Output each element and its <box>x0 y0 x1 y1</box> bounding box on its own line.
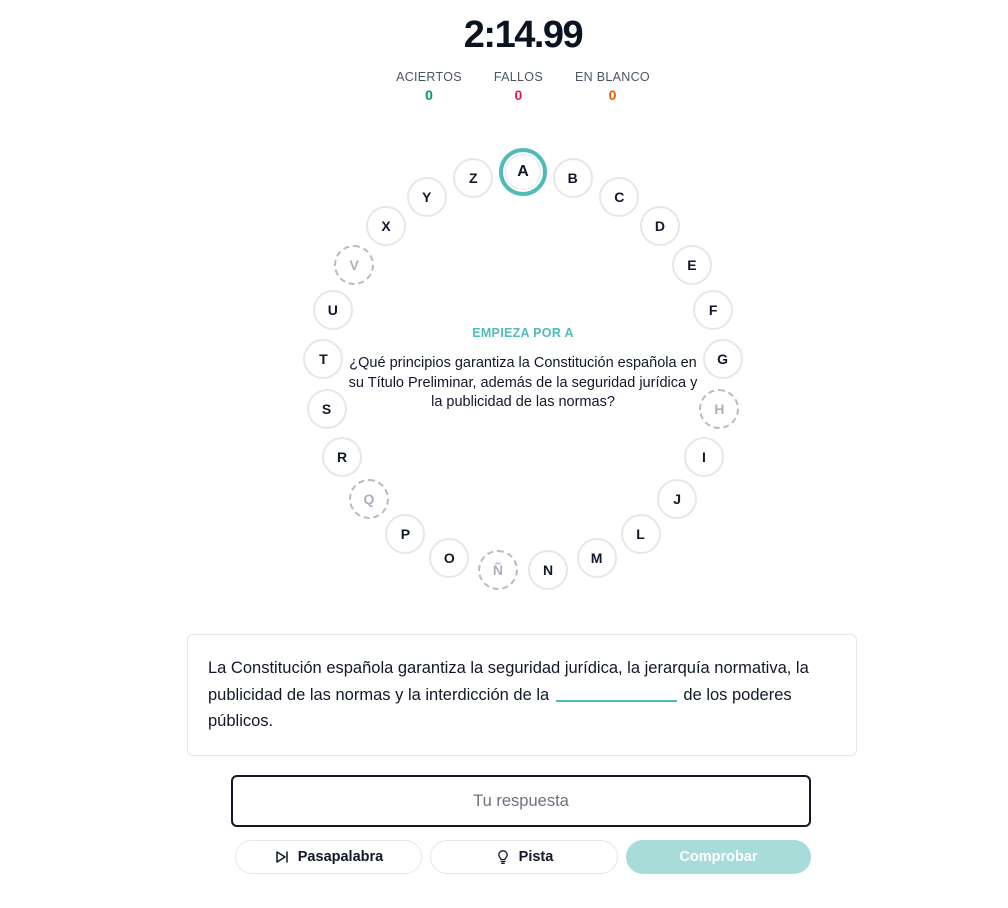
letter-c[interactable]: C <box>599 176 640 217</box>
letter-t[interactable]: T <box>303 339 344 380</box>
stat-value: 0 <box>425 87 433 103</box>
letter-z[interactable]: Z <box>453 158 494 199</box>
pista-label: Pista <box>518 849 554 865</box>
pista-button[interactable]: Pista <box>430 840 618 874</box>
letter-j[interactable]: J <box>657 479 698 520</box>
letter-m[interactable]: M <box>576 537 617 578</box>
letter-b[interactable]: B <box>552 158 593 199</box>
letter-g[interactable]: G <box>702 339 743 380</box>
letter-y[interactable]: Y <box>406 176 447 217</box>
skip-forward-icon <box>274 849 290 865</box>
letter-l[interactable]: L <box>620 513 661 554</box>
definition-card: La Constitución española garantiza la se… <box>187 634 857 756</box>
letter-o[interactable]: O <box>429 537 470 578</box>
answer-input[interactable]: Tu respuesta <box>231 775 811 827</box>
stat-value: 0 <box>608 87 617 103</box>
pasapalabra-label: Pasapalabra <box>297 849 384 865</box>
question-area: EMPIEZA POR A ¿Qué principios garantiza … <box>348 326 698 413</box>
stat-value: 0 <box>514 87 523 103</box>
stat-en-blanco: EN BLANCO 0 <box>575 70 650 103</box>
letter-ñ[interactable]: Ñ <box>477 550 518 591</box>
letter-h[interactable]: H <box>699 389 740 430</box>
question-text: ¿Qué principios garantiza la Constitució… <box>348 355 698 410</box>
letter-v[interactable]: V <box>334 244 375 285</box>
letter-u[interactable]: U <box>312 290 353 331</box>
letter-f[interactable]: F <box>693 290 734 331</box>
letter-e[interactable]: E <box>671 244 712 285</box>
letter-n[interactable]: N <box>528 550 569 591</box>
letter-r[interactable]: R <box>322 437 363 478</box>
pasapalabra-button[interactable]: Pasapalabra <box>235 840 422 874</box>
answer-placeholder: Tu respuesta <box>473 791 569 810</box>
stat-label: EN BLANCO <box>574 70 650 84</box>
answer-blank <box>555 682 677 702</box>
stat-label: ACIERTOS <box>396 70 462 84</box>
question-label: EMPIEZA POR A <box>472 326 574 340</box>
letter-q[interactable]: Q <box>348 479 389 520</box>
lightbulb-icon <box>495 849 511 865</box>
letter-s[interactable]: S <box>306 389 347 430</box>
stat-aciertos: ACIERTOS 0 <box>396 70 462 103</box>
comprobar-button[interactable]: Comprobar <box>626 840 811 874</box>
letter-p[interactable]: P <box>385 513 426 554</box>
letter-x[interactable]: X <box>366 206 407 247</box>
timer: 2:14.99 <box>463 14 584 56</box>
stat-fallos: FALLOS 0 <box>494 70 543 103</box>
comprobar-label: Comprobar <box>679 849 758 865</box>
stat-label: FALLOS <box>493 70 543 84</box>
score-stats: ACIERTOS 0 FALLOS 0 EN BLANCO 0 <box>0 70 1008 103</box>
letter-d[interactable]: D <box>639 206 680 247</box>
letter-i[interactable]: I <box>683 437 724 478</box>
letter-a[interactable]: A <box>499 148 547 196</box>
